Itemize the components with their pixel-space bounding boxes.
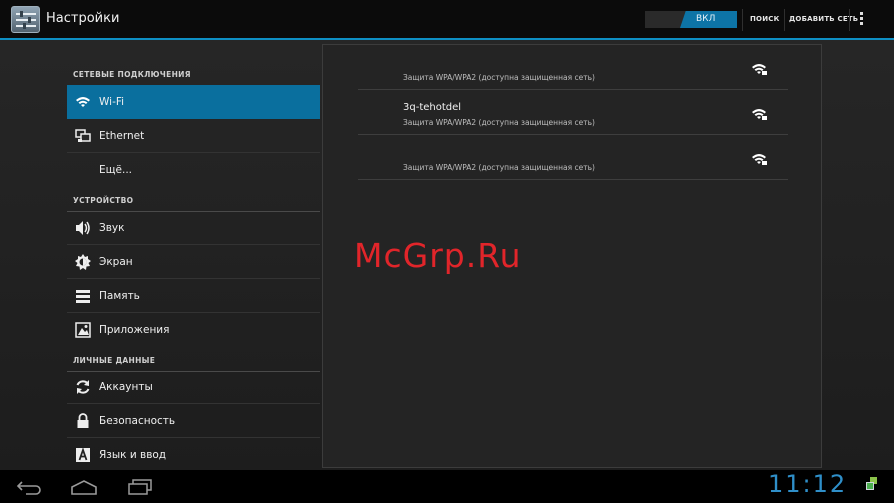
action-bar: Настройки ВКЛ ПОИСК ДОБАВИТЬ СЕТЬ: [0, 0, 894, 38]
sidebar-item-ethernet[interactable]: Ethernet: [67, 119, 320, 153]
section-header-personal: ЛИЧНЫЕ ДАННЫЕ: [67, 347, 320, 372]
network-security: Защита WPA/WPA2 (доступна защищенная сет…: [403, 163, 595, 172]
ethernet-icon: [75, 129, 91, 142]
settings-sidebar: СЕТЕВЫЕ ПОДКЛЮЧЕНИЯ Wi-Fi Ethernet Ещё..…: [67, 40, 320, 470]
network-ssid: 3q-tehotdel: [403, 102, 462, 113]
separator: [849, 9, 850, 31]
sync-icon: [76, 380, 90, 394]
app-title: Настройки: [46, 11, 120, 26]
network-row[interactable]: Защита WPA/WPA2 (доступна защищенная сет…: [358, 135, 788, 180]
wifi-icon: [76, 97, 90, 107]
overflow-menu-icon[interactable]: [860, 12, 864, 28]
speaker-icon: [76, 221, 90, 235]
sidebar-item-label: Ещё...: [99, 164, 132, 176]
sidebar-item-more[interactable]: Ещё...: [67, 153, 320, 187]
clock[interactable]: 11:12: [768, 470, 847, 498]
network-row[interactable]: 3q-tehotdel Защита WPA/WPA2 (доступна за…: [358, 90, 788, 135]
sidebar-item-label: Безопасность: [99, 415, 176, 427]
wifi-lock-icon: [752, 109, 767, 120]
keyboard-icon: [76, 447, 90, 462]
separator: [784, 9, 785, 31]
toggle-label: ВКЛ: [696, 14, 716, 24]
sidebar-item-display[interactable]: Экран: [67, 245, 320, 279]
home-icon[interactable]: [70, 479, 98, 495]
sidebar-item-language[interactable]: Язык и ввод: [67, 438, 320, 472]
sidebar-item-label: Ethernet: [99, 130, 145, 142]
apps-icon: [75, 322, 91, 338]
sidebar-item-accounts[interactable]: Аккаунты: [67, 370, 320, 404]
sidebar-item-label: Wi-Fi: [99, 96, 125, 108]
notification-icon[interactable]: [865, 476, 879, 496]
network-row[interactable]: Защита WPA/WPA2 (доступна защищенная сет…: [358, 45, 788, 90]
sidebar-item-wifi[interactable]: Wi-Fi: [67, 85, 320, 119]
network-security: Защита WPA/WPA2 (доступна защищенная сет…: [403, 118, 595, 127]
storage-icon: [76, 290, 90, 303]
sidebar-item-security[interactable]: Безопасность: [67, 404, 320, 438]
search-button[interactable]: ПОИСК: [750, 15, 780, 23]
network-security: Защита WPA/WPA2 (доступна защищенная сет…: [403, 73, 595, 82]
sidebar-item-label: Приложения: [99, 324, 170, 336]
lock-icon: [77, 413, 89, 428]
section-header-network: СЕТЕВЫЕ ПОДКЛЮЧЕНИЯ: [67, 61, 320, 86]
separator: [742, 9, 743, 31]
sidebar-item-storage[interactable]: Память: [67, 279, 320, 313]
settings-app-icon[interactable]: [11, 6, 40, 33]
recent-apps-icon[interactable]: [127, 479, 153, 495]
back-icon[interactable]: [16, 479, 42, 495]
sidebar-item-apps[interactable]: Приложения: [67, 313, 320, 347]
sidebar-item-label: Память: [99, 290, 140, 302]
wifi-toggle[interactable]: [645, 11, 737, 28]
sidebar-item-label: Звук: [99, 222, 125, 234]
sidebar-item-sound[interactable]: Звук: [67, 211, 320, 245]
wifi-lock-icon: [752, 64, 767, 75]
system-bar: 11:12: [0, 470, 894, 503]
watermark: McGrp.Ru: [354, 236, 522, 275]
brightness-icon: [75, 254, 91, 270]
sidebar-item-label: Экран: [99, 256, 133, 268]
section-header-device: УСТРОЙСТВО: [67, 187, 320, 212]
sidebar-item-label: Аккаунты: [99, 381, 153, 393]
wifi-lock-icon: [752, 154, 767, 165]
add-network-button[interactable]: ДОБАВИТЬ СЕТЬ: [789, 15, 858, 23]
sidebar-item-label: Язык и ввод: [99, 449, 167, 461]
